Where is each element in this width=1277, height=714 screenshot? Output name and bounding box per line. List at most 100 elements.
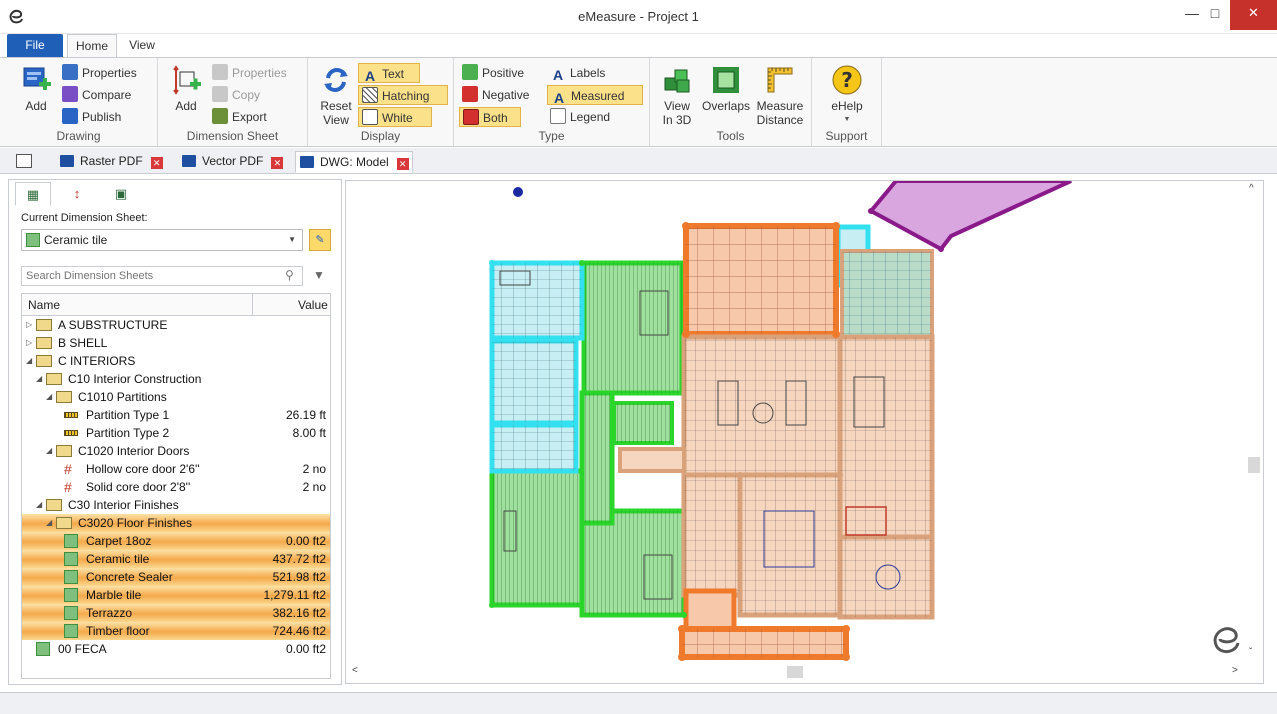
display-white-toggle[interactable]: White: [358, 107, 432, 127]
tab-home[interactable]: Home: [67, 34, 117, 58]
chevron-down-icon[interactable]: ˇ: [1249, 647, 1252, 658]
expand-icon[interactable]: ▷: [26, 334, 36, 352]
tree-row[interactable]: Partition Type 2 8.00 ft: [22, 424, 330, 442]
tree-row[interactable]: # Solid core door 2'8'' 2 no: [22, 478, 330, 496]
pin-sheet-button[interactable]: ✎: [309, 229, 331, 251]
tree-row[interactable]: ◢ C1010 Partitions: [22, 388, 330, 406]
tree-row[interactable]: # Hollow core door 2'6'' 2 no: [22, 460, 330, 478]
column-name-header[interactable]: Name: [28, 298, 60, 312]
add-sheet-icon: [173, 65, 201, 95]
close-icon[interactable]: ✕: [150, 157, 163, 169]
vertical-scrollbar[interactable]: ^ ˇ: [1245, 181, 1262, 663]
drawing-compare-button[interactable]: Compare: [62, 85, 131, 105]
tab-view[interactable]: View: [122, 34, 162, 58]
drawing-publish-button[interactable]: Publish: [62, 107, 121, 127]
purple-area[interactable]: [867, 181, 1072, 252]
collapse-icon[interactable]: ◢: [36, 496, 46, 514]
vertical-scroll-thumb[interactable]: [1248, 457, 1260, 473]
overlaps-icon: [713, 67, 739, 93]
collapse-icon[interactable]: ◢: [46, 388, 56, 406]
tree-row[interactable]: ◢ C INTERIORS: [22, 352, 330, 370]
group-display: Reset View A Text Hatching White Display: [308, 58, 454, 146]
type-measured-toggle[interactable]: A Measured: [547, 85, 643, 106]
orange-area-porch[interactable]: [683, 588, 737, 634]
tab-raster-pdf[interactable]: Raster PDF ✕: [56, 151, 163, 173]
drawing-properties-button[interactable]: Properties: [62, 63, 137, 83]
collapse-icon[interactable]: ◢: [26, 352, 36, 370]
tree-row-label: B SHELL: [58, 336, 108, 350]
panel-tab-dimensions[interactable]: ↕: [59, 182, 95, 206]
tab-file[interactable]: File: [7, 34, 63, 58]
tree-row-selected[interactable]: Marble tile 1,279.11 ft2: [22, 586, 330, 604]
tree-row-selected[interactable]: ◢ C3020 Floor Finishes: [22, 514, 330, 532]
drawing-canvas[interactable]: [345, 180, 1264, 684]
maximize-button[interactable]: □: [1195, 0, 1235, 30]
search-input[interactable]: [21, 266, 303, 286]
folder-icon: [56, 517, 72, 529]
tree-row-label: Carpet 18oz: [86, 534, 152, 548]
close-icon[interactable]: ✕: [271, 157, 284, 169]
view-3d-button[interactable]: View In 3D: [656, 64, 698, 127]
expand-icon[interactable]: ▷: [26, 316, 36, 334]
peach-area-hallway[interactable]: [618, 447, 686, 473]
sheet-properties-button[interactable]: Properties: [212, 63, 287, 83]
tree-row[interactable]: ◢ C30 Interior Finishes: [22, 496, 330, 514]
view-3d-label: View In 3D: [662, 99, 692, 127]
tree-row[interactable]: ◢ C1020 Interior Doors: [22, 442, 330, 460]
home-page-icon: [16, 154, 32, 168]
type-labels-button[interactable]: A Labels: [550, 63, 605, 83]
search-icon[interactable]: ⚲: [285, 268, 301, 284]
tree-row-selected[interactable]: Ceramic tile 437.72 ft2: [22, 550, 330, 568]
collapse-icon[interactable]: ◢: [36, 370, 46, 388]
type-both-toggle[interactable]: Both: [459, 107, 521, 127]
column-divider[interactable]: [252, 294, 253, 316]
tree-row-selected[interactable]: Timber floor 724.46 ft2: [22, 622, 330, 640]
add-drawing-icon: [23, 67, 51, 90]
chevron-right-icon[interactable]: >: [1232, 665, 1238, 676]
sheet-add-button[interactable]: Add: [166, 64, 206, 113]
chevron-left-icon[interactable]: <: [352, 665, 358, 676]
ehelp-button[interactable]: ? eHelp ▼: [826, 64, 868, 127]
column-value-header[interactable]: Value: [298, 298, 328, 312]
floor-plan[interactable]: [346, 181, 1246, 665]
overlaps-button[interactable]: Overlaps: [702, 64, 750, 113]
tab-vector-pdf[interactable]: Vector PDF ✕: [178, 151, 284, 173]
collapse-icon[interactable]: ◢: [46, 514, 56, 532]
tree-row[interactable]: ▷ B SHELL: [22, 334, 330, 352]
type-legend-button[interactable]: Legend: [550, 107, 610, 127]
sheet-export-button[interactable]: Export: [212, 107, 267, 127]
display-hatching-toggle[interactable]: Hatching: [358, 85, 448, 105]
type-negative-button[interactable]: Negative: [462, 85, 529, 105]
tab-dwg-model[interactable]: DWG: Model ✕: [295, 151, 413, 173]
panel-tab-sheets[interactable]: ▦: [15, 182, 51, 206]
area-icon: [64, 570, 78, 584]
horizontal-scroll-thumb[interactable]: [787, 666, 803, 678]
display-text-label: Text: [382, 67, 405, 81]
tree-row-selected[interactable]: Carpet 18oz 0.00 ft2: [22, 532, 330, 550]
horizontal-scrollbar[interactable]: < >: [346, 663, 1245, 680]
tree-row[interactable]: ▷ A SUBSTRUCTURE: [22, 316, 330, 334]
current-sheet-select[interactable]: Ceramic tile ▼: [21, 229, 303, 251]
close-icon[interactable]: ✕: [396, 158, 409, 170]
panel-tab-3d[interactable]: ▣: [103, 182, 139, 206]
close-button[interactable]: ✕: [1230, 0, 1277, 30]
folder-icon: [56, 445, 72, 457]
type-positive-button[interactable]: Positive: [462, 63, 524, 83]
tree-row-selected[interactable]: Terrazzo 382.16 ft2: [22, 604, 330, 622]
compare-icon: [62, 86, 78, 102]
display-text-toggle[interactable]: A Text: [358, 63, 420, 84]
filter-icon[interactable]: ▼: [313, 268, 329, 284]
type-negative-label: Negative: [482, 88, 530, 102]
start-page-tab[interactable]: [12, 151, 42, 173]
measure-distance-button[interactable]: Measure Distance: [754, 64, 806, 127]
tree-row-value: 2 no: [302, 462, 326, 476]
tree-row[interactable]: 00 FECA 0.00 ft2: [22, 640, 330, 658]
tree-row[interactable]: ◢ C10 Interior Construction: [22, 370, 330, 388]
drawing-add-button[interactable]: Add: [14, 64, 58, 113]
tree-row-selected[interactable]: Concrete Sealer 521.98 ft2: [22, 568, 330, 586]
sheet-copy-button[interactable]: Copy: [212, 85, 260, 105]
tree-row[interactable]: Partition Type 1 26.19 ft: [22, 406, 330, 424]
collapse-icon[interactable]: ◢: [46, 442, 56, 460]
chevron-up-icon[interactable]: ^: [1249, 183, 1254, 194]
reset-view-button[interactable]: Reset View: [316, 64, 356, 127]
